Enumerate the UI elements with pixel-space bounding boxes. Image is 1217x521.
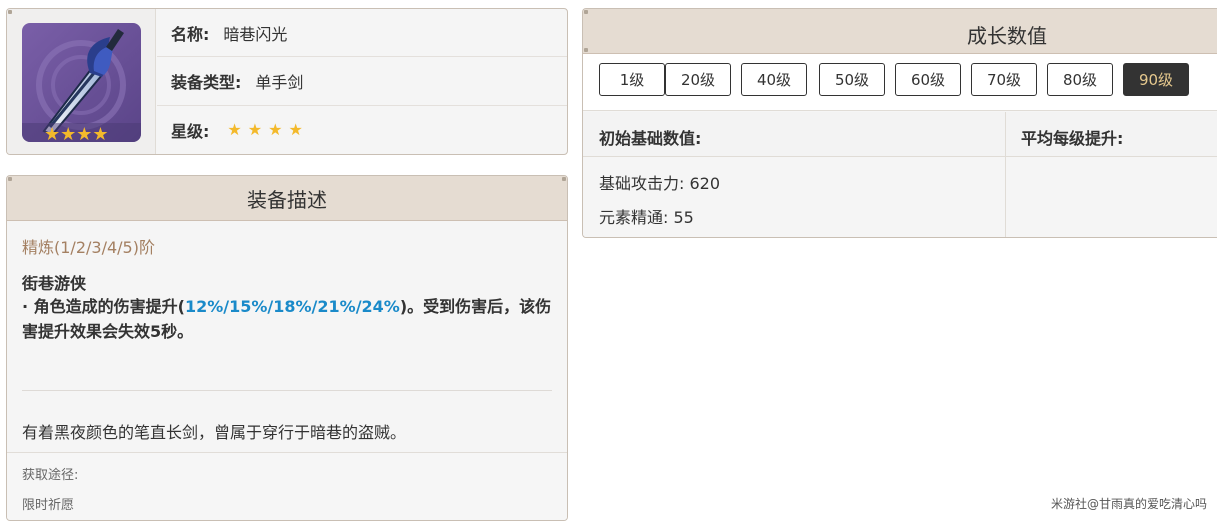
weapon-info-card: ★★★★ 名称: 暗巷闪光 装备类型: 单手剑 星级: ★ ★ ★ ★ — [6, 8, 568, 155]
level-button-90级[interactable]: 90级 — [1123, 63, 1189, 96]
stats-body: 基础攻击力: 620 元素精通: 55 — [583, 158, 1217, 237]
star-icon: ★ — [247, 120, 263, 140]
weapon-name-row: 名称: 暗巷闪光 — [157, 9, 567, 58]
weapon-type-label: 装备类型: — [171, 72, 242, 92]
stat-base-atk: 基础攻击力: 620 — [599, 174, 721, 193]
weapon-rarity-row: 星级: ★ ★ ★ ★ — [157, 106, 567, 154]
weapon-icon: ★★★★ — [22, 23, 141, 142]
rarity-stars: ★ ★ ★ ★ — [227, 120, 302, 139]
level-selector: 1级 20级 40级 50级 60级 70级 80级 90级 — [583, 54, 1217, 111]
growth-stats-card: 成长数值 1级 20级 40级 50级 60级 70级 80级 90级 初始基础数值: 平均每… — [582, 8, 1217, 238]
star-icon: ★ — [288, 120, 303, 140]
level-button-50级[interactable]: 50级 — [819, 63, 885, 96]
corner-ornament — [562, 177, 566, 181]
weapon-lore: 有着黑夜颜色的笔直长剑，曾属于穿行于暗巷的盗贼。 — [22, 423, 407, 442]
level-button-1级[interactable]: 1级 — [599, 63, 665, 96]
refine-levels: 精炼(1/2/3/4/5)阶 — [22, 238, 155, 257]
weapon-icon-frame: ★★★★ — [7, 9, 156, 154]
source-label: 获取途径: — [22, 468, 79, 483]
passive-skill-name: 街巷游侠 — [22, 274, 87, 293]
description-title: 装备描述 — [7, 176, 567, 221]
star-icon: ★ — [227, 120, 242, 140]
per-level-header: 平均每级提升: — [1021, 129, 1124, 148]
corner-ornament — [8, 10, 12, 14]
divider — [22, 390, 552, 391]
weapon-rarity-label: 星级: — [171, 121, 210, 141]
skill-text-before: · 角色造成的伤害提升( — [22, 297, 185, 316]
weapon-type-row: 装备类型: 单手剑 — [157, 57, 567, 106]
level-button-60级[interactable]: 60级 — [895, 63, 961, 96]
level-button-70级[interactable]: 70级 — [971, 63, 1037, 96]
level-button-40级[interactable]: 40级 — [741, 63, 807, 96]
initial-stats-header: 初始基础数值: — [599, 129, 702, 148]
growth-header: 成长数值 — [583, 9, 1217, 54]
column-separator — [1005, 158, 1006, 237]
level-button-20级[interactable]: 20级 — [665, 63, 731, 96]
star-icon: ★ — [268, 120, 283, 140]
corner-ornament — [8, 177, 12, 181]
source-value: 限时祈愿 — [22, 498, 75, 513]
level-button-80级[interactable]: 80级 — [1047, 63, 1113, 96]
stats-header-row: 初始基础数值: 平均每级提升: — [583, 112, 1217, 157]
skill-text-highlight: 12%/15%/18%/21%/24% — [184, 297, 400, 316]
growth-title: 成长数值 — [967, 24, 1047, 48]
weapon-name-label: 名称: — [171, 24, 210, 44]
description-card: 装备描述 精炼(1/2/3/4/5)阶 街巷游侠 · 角色造成的伤害提升(12%… — [6, 175, 568, 521]
svg-text:★★★★: ★★★★ — [44, 124, 109, 142]
source-section: 获取途径: 限时祈愿 — [7, 452, 567, 520]
corner-ornament — [584, 48, 588, 52]
stat-elemental-mastery: 元素精通: 55 — [599, 208, 694, 227]
passive-skill-description: · 角色造成的伤害提升(12%/15%/18%/21%/24%)。受到伤害后，该… — [22, 294, 552, 344]
weapon-name-value: 暗巷闪光 — [223, 24, 288, 44]
watermark: 米游社@甘雨真的爱吃清心吗 — [1050, 497, 1207, 511]
corner-ornament — [584, 10, 588, 14]
weapon-type-value: 单手剑 — [255, 72, 304, 92]
